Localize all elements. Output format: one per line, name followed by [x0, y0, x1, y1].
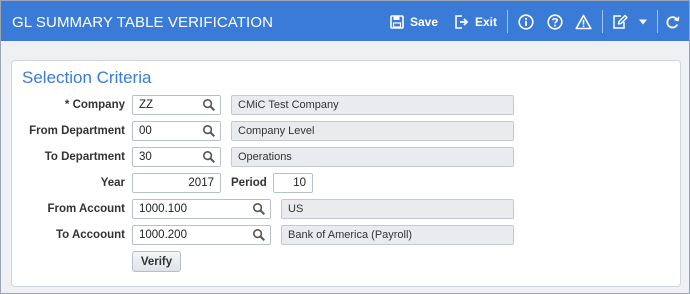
from-department-label: From Department	[29, 125, 125, 137]
refresh-icon	[665, 14, 680, 30]
company-search-icon[interactable]	[202, 98, 216, 112]
period-value: 10	[293, 177, 306, 189]
required-indicator: *	[64, 99, 70, 111]
company-field[interactable]: ZZ	[132, 95, 221, 115]
from-account-search-icon[interactable]	[252, 202, 266, 216]
to-account-label: To Accoount	[56, 229, 125, 241]
selection-criteria-panel: Selection Criteria * Company ZZ CMiC Tes…	[11, 60, 681, 287]
more-options-button[interactable]	[638, 11, 648, 33]
year-label: Year	[100, 177, 125, 189]
year-value: 2017	[188, 177, 214, 189]
help-button[interactable]	[547, 11, 563, 33]
to-department-description: Operations	[231, 147, 514, 167]
company-value: ZZ	[139, 99, 154, 111]
save-button[interactable]: Save	[390, 11, 438, 33]
exit-label: Exit	[475, 15, 498, 29]
from-department-field[interactable]: 00	[132, 121, 221, 141]
toolbar-divider	[507, 10, 508, 33]
edit-icon	[612, 14, 628, 30]
info-button[interactable]	[518, 11, 534, 33]
year-field[interactable]: 2017	[132, 173, 221, 193]
to-account-field[interactable]: 1000.200	[132, 225, 271, 245]
exit-icon	[454, 15, 469, 29]
title-bar: GL SUMMARY TABLE VERIFICATION Save Exit	[1, 1, 689, 41]
from-department-description: Company Level	[231, 121, 514, 141]
app-window: GL SUMMARY TABLE VERIFICATION Save Exit	[0, 0, 690, 294]
to-department-field[interactable]: 30	[132, 147, 221, 167]
info-icon	[518, 14, 534, 30]
to-department-search-icon[interactable]	[202, 150, 216, 164]
from-account-description: US	[281, 199, 514, 219]
to-account-search-icon[interactable]	[252, 228, 266, 242]
toolbar-divider	[657, 10, 658, 33]
company-label: * Company	[64, 99, 125, 111]
from-account-value: 1000.100	[139, 203, 187, 215]
save-icon	[390, 15, 404, 29]
edit-button[interactable]	[612, 11, 628, 33]
to-department-value: 30	[139, 151, 152, 163]
warning-icon	[575, 14, 592, 30]
dropdown-icon	[638, 18, 648, 26]
verify-button[interactable]: Verify	[132, 251, 181, 272]
refresh-button[interactable]	[665, 11, 680, 33]
period-label: Period	[231, 177, 267, 189]
company-description: CMiC Test Company	[231, 95, 514, 115]
toolbar-divider	[602, 10, 603, 33]
to-account-value: 1000.200	[139, 229, 187, 241]
from-account-label: From Account	[47, 203, 125, 215]
help-icon	[547, 14, 563, 30]
period-field[interactable]: 10	[273, 173, 313, 193]
warning-button[interactable]	[575, 11, 592, 33]
panel-title: Selection Criteria	[22, 68, 152, 87]
to-account-description: Bank of America (Payroll)	[281, 225, 514, 245]
save-label: Save	[410, 15, 439, 29]
exit-button[interactable]: Exit	[454, 11, 497, 33]
from-department-value: 00	[139, 125, 152, 137]
to-department-label: To Department	[44, 151, 125, 163]
page-title: GL SUMMARY TABLE VERIFICATION	[12, 14, 274, 31]
from-department-search-icon[interactable]	[202, 124, 216, 138]
from-account-field[interactable]: 1000.100	[132, 199, 271, 219]
